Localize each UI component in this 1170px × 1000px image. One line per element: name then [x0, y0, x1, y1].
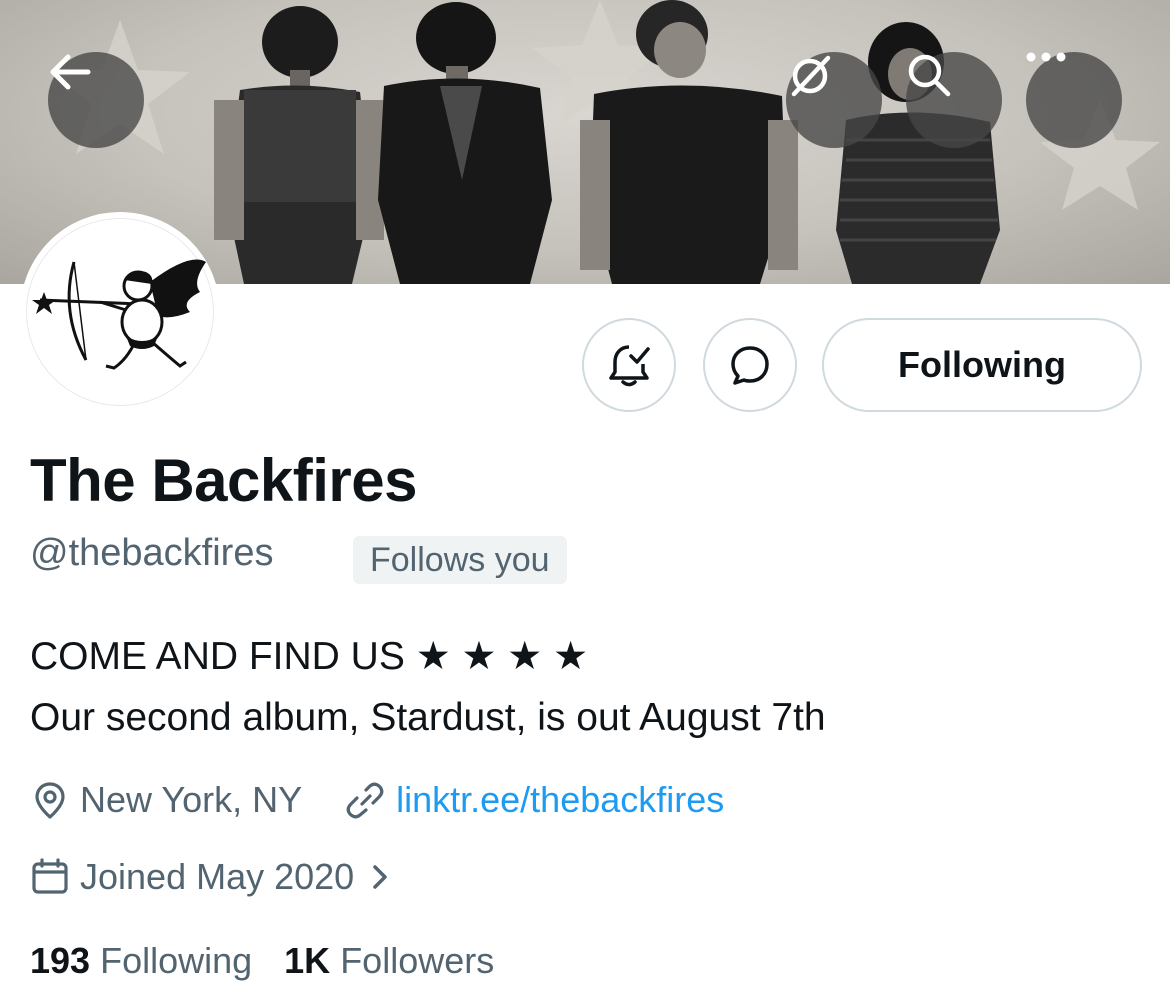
more-horizontal-icon: [1026, 52, 1066, 62]
location-pin-icon: [30, 780, 70, 820]
profile-meta-row: New York, NY linktr.ee/thebackfires: [30, 778, 724, 822]
bell-check-icon: [609, 345, 650, 387]
display-name: The Backfires: [30, 447, 418, 514]
joined-row: Joined May 2020: [30, 855, 394, 899]
user-handle: @thebackfires: [30, 532, 274, 574]
bio-line-1: COME AND FIND US ★ ★ ★ ★: [30, 635, 589, 678]
translate-disabled-icon: [791, 55, 831, 97]
followers-count: 1K: [284, 940, 331, 981]
following-count: 193: [30, 940, 91, 981]
profile-avatar[interactable]: [20, 212, 220, 412]
bio-line-2: Our second album, Stardust, is out Augus…: [30, 696, 826, 739]
follow-stats: 193 Following 1K Followers: [30, 940, 526, 982]
message-button[interactable]: [703, 318, 797, 412]
joined-date-button[interactable]: Joined May 2020: [80, 856, 394, 898]
notifications-button[interactable]: [582, 318, 676, 412]
following-stat-link[interactable]: 193 Following: [30, 940, 252, 982]
back-button[interactable]: [48, 52, 144, 148]
message-bubble-icon: [731, 346, 769, 385]
translate-toggle-button[interactable]: [786, 52, 882, 148]
followers-stat-link[interactable]: 1K Followers: [284, 940, 494, 982]
follows-you-badge: Follows you: [353, 536, 567, 584]
following-label: Following: [100, 940, 253, 981]
search-button[interactable]: [906, 52, 1002, 148]
search-icon: [908, 54, 951, 97]
location-text: New York, NY: [80, 779, 303, 820]
arrow-left-icon: [50, 54, 91, 90]
chevron-right-icon: [373, 865, 387, 889]
following-button[interactable]: Following: [822, 318, 1142, 412]
followers-label: Followers: [340, 940, 495, 981]
cupid-logo-icon: [32, 259, 206, 370]
joined-date-text: Joined May 2020: [80, 856, 355, 897]
more-options-button[interactable]: [1026, 52, 1122, 148]
calendar-icon: [30, 857, 70, 897]
profile-website-link[interactable]: linktr.ee/thebackfires: [396, 779, 724, 821]
link-icon: [344, 780, 386, 820]
